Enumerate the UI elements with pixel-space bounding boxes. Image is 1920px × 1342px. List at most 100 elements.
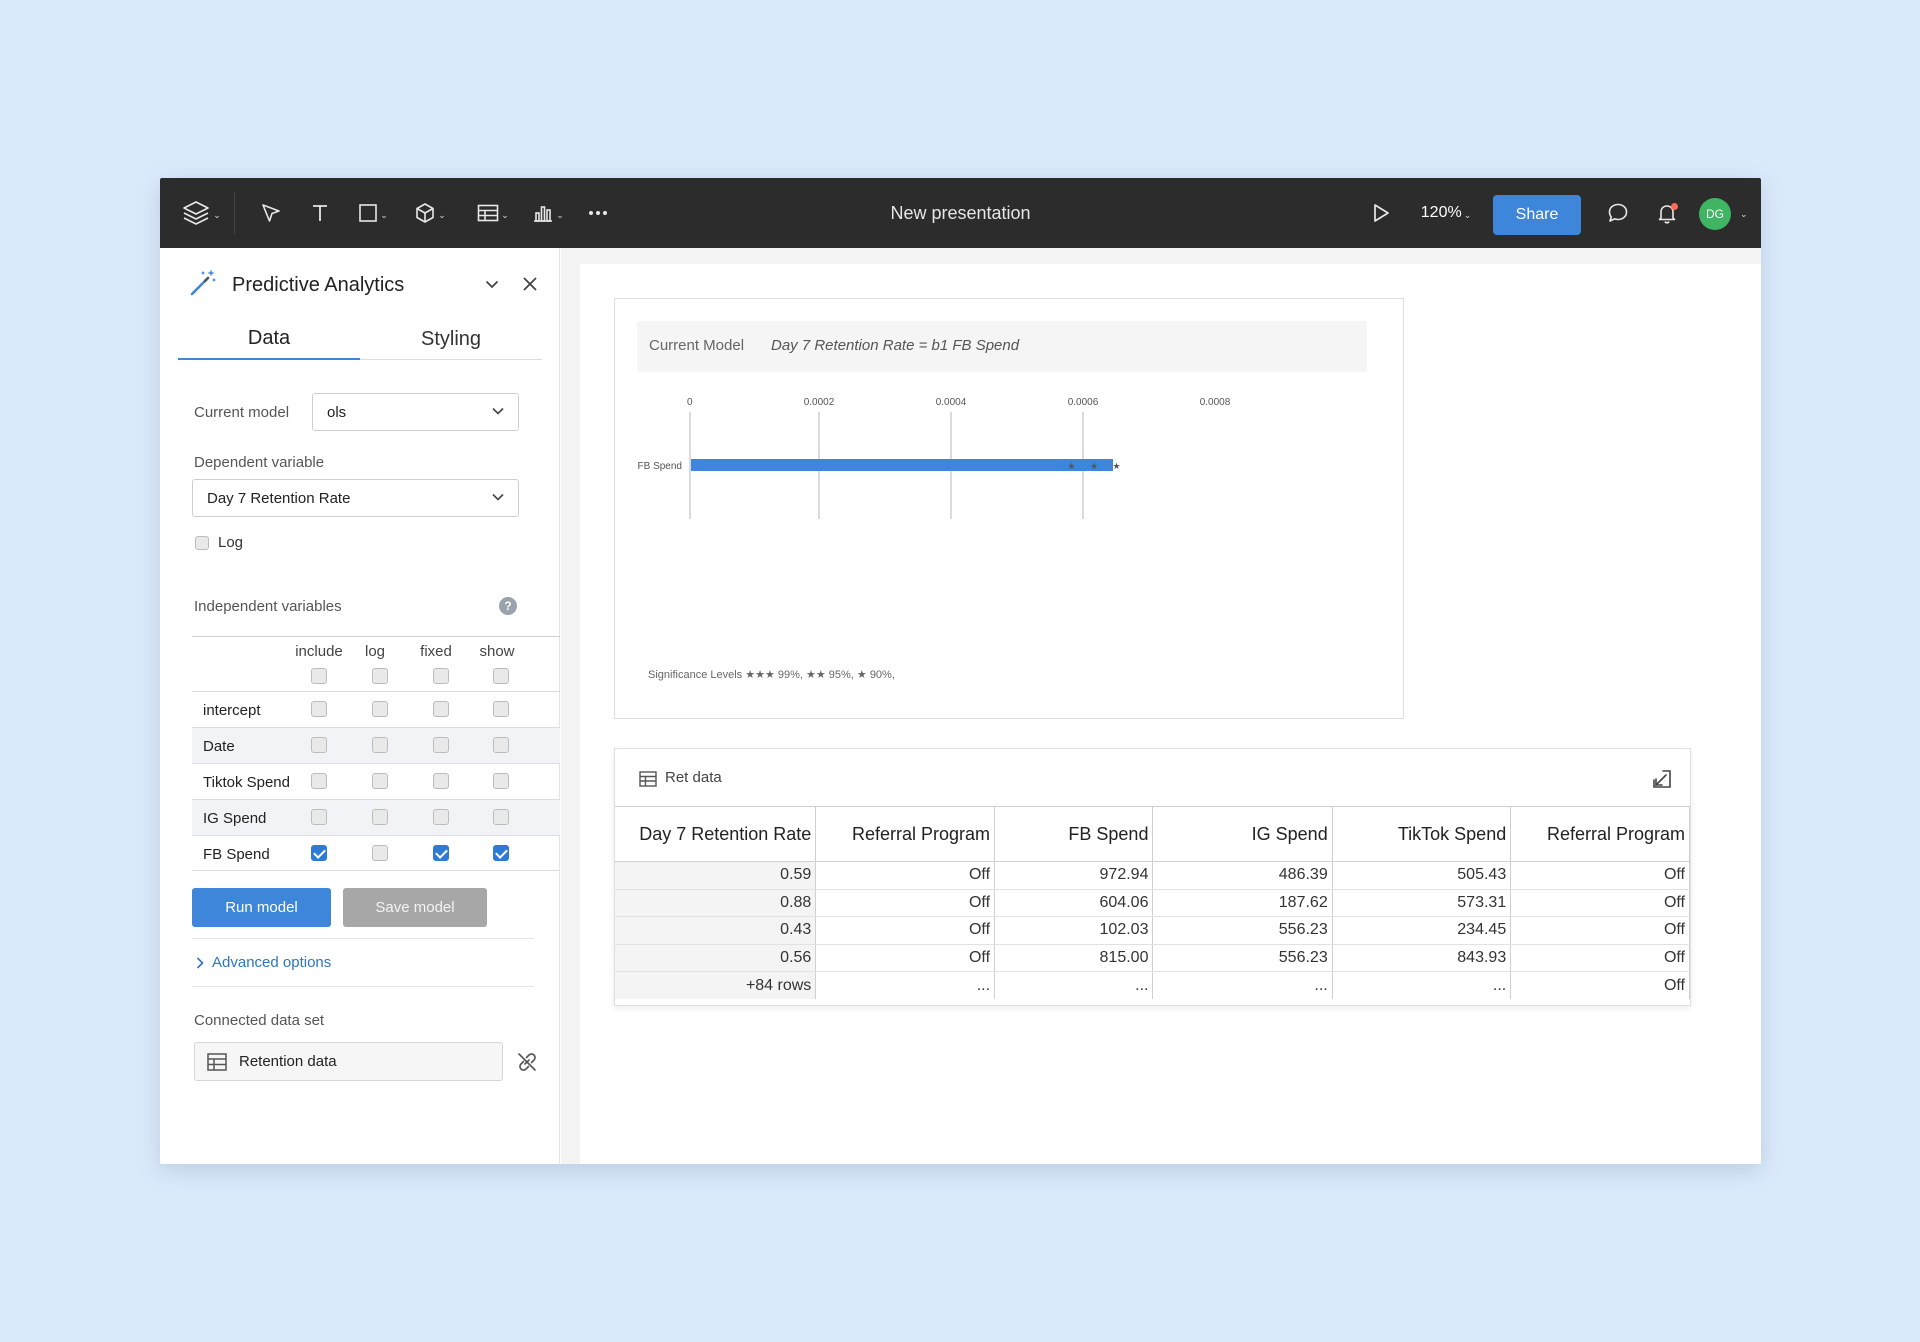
app-window: ⌄ ⌄ ⌄ ⌄ ⌄ New presentation 120% ⌄ Share … bbox=[160, 178, 1761, 1164]
connected-dataset-label: Connected data set bbox=[194, 1012, 325, 1029]
table-cell: 102.03 bbox=[994, 916, 1154, 945]
include-checkbox[interactable] bbox=[311, 809, 327, 825]
variable-name: Date bbox=[203, 738, 235, 755]
chevron-down-icon: ⌄ bbox=[438, 209, 446, 220]
table-tool-button[interactable]: ⌄ bbox=[473, 178, 513, 248]
connected-dataset-field[interactable]: Retention data bbox=[194, 1042, 503, 1081]
independent-variables-label: Independent variables bbox=[194, 598, 342, 615]
text-tool-button[interactable] bbox=[305, 178, 335, 248]
show-checkbox[interactable] bbox=[493, 845, 509, 861]
show-checkbox[interactable] bbox=[493, 737, 509, 753]
save-model-button[interactable]: Save model bbox=[343, 888, 487, 927]
category-label: FB Spend bbox=[638, 461, 682, 472]
fixed-all-checkbox[interactable] bbox=[433, 668, 449, 684]
shape-tool-button[interactable]: ⌄ bbox=[354, 178, 392, 248]
table-cell: +84 rows bbox=[615, 971, 817, 999]
column-header[interactable]: Day 7 Retention Rate bbox=[615, 806, 817, 862]
data-table-card[interactable]: Ret data Day 7 Retention Rate Referral Pr… bbox=[614, 748, 1691, 1006]
unlink-icon[interactable] bbox=[516, 1051, 538, 1073]
column-header[interactable]: FB Spend bbox=[994, 806, 1154, 862]
chart-tool-button[interactable]: ⌄ bbox=[528, 178, 568, 248]
log-all-checkbox[interactable] bbox=[372, 668, 388, 684]
avatar[interactable]: DG bbox=[1699, 198, 1731, 230]
data-table-title: Ret data bbox=[665, 769, 722, 786]
table-row: 0.43 Off 102.03 556.23 234.45 Off bbox=[615, 916, 1690, 945]
notifications-button[interactable] bbox=[1652, 178, 1682, 248]
column-header[interactable]: IG Spend bbox=[1152, 806, 1333, 862]
include-checkbox[interactable] bbox=[311, 737, 327, 753]
column-header[interactable]: Referral Program bbox=[815, 806, 996, 862]
coefficient-chart: 0 0.0002 0.0004 0.0006 0.0008 FB Spend ★ ★ ★ bbox=[638, 397, 1231, 519]
zoom-dropdown[interactable]: 120% ⌄ bbox=[1414, 178, 1478, 248]
log-checkbox[interactable] bbox=[372, 809, 388, 825]
comments-button[interactable] bbox=[1603, 178, 1633, 248]
chevron-right-icon bbox=[196, 956, 204, 969]
regression-chart-card[interactable]: Current Model Day 7 Retention Rate = b1 … bbox=[614, 298, 1404, 719]
variable-name: IG Spend bbox=[203, 810, 267, 827]
variables-header: include log fixed show bbox=[192, 637, 560, 691]
column-header[interactable]: TikTok Spend bbox=[1332, 806, 1512, 862]
column-header-show: show bbox=[479, 643, 515, 660]
slide-canvas: Current Model Day 7 Retention Rate = b1 … bbox=[580, 264, 1761, 1164]
current-model-select[interactable]: ols bbox=[312, 393, 519, 431]
run-model-button[interactable]: Run model bbox=[192, 888, 331, 927]
table-cell: Off bbox=[1510, 971, 1690, 999]
show-checkbox[interactable] bbox=[493, 701, 509, 717]
include-checkbox[interactable] bbox=[311, 773, 327, 789]
chevron-down-icon: ⌄ bbox=[556, 209, 564, 220]
table-cell: 0.59 bbox=[615, 861, 817, 890]
chevron-down-icon bbox=[492, 493, 504, 501]
fixed-checkbox[interactable] bbox=[433, 809, 449, 825]
log-checkbox[interactable] bbox=[195, 536, 209, 550]
chevron-down-icon[interactable] bbox=[485, 280, 499, 289]
show-checkbox[interactable] bbox=[493, 773, 509, 789]
tab-data[interactable]: Data bbox=[178, 318, 360, 360]
include-all-checkbox[interactable] bbox=[311, 668, 327, 684]
magic-wand-icon bbox=[190, 270, 216, 296]
log-checkbox[interactable] bbox=[372, 701, 388, 717]
log-checkbox[interactable] bbox=[372, 845, 388, 861]
select-tool-button[interactable] bbox=[256, 178, 286, 248]
more-tools-button[interactable] bbox=[583, 178, 613, 248]
chart-icon bbox=[534, 206, 553, 222]
toolbar-divider bbox=[234, 192, 235, 234]
chevron-down-icon[interactable]: ⌄ bbox=[1740, 209, 1748, 220]
share-button[interactable]: Share bbox=[1493, 195, 1581, 235]
x-tick-label: 0 bbox=[687, 397, 693, 408]
table-cell: 187.62 bbox=[1152, 889, 1333, 917]
tab-styling[interactable]: Styling bbox=[360, 318, 542, 360]
cube-icon bbox=[416, 203, 435, 223]
significance-legend: Significance Levels ★★★ 99%, ★★ 95%, ★ 9… bbox=[648, 669, 895, 681]
table-header-row: Day 7 Retention Rate Referral Program FB S… bbox=[615, 806, 1690, 862]
log-checkbox[interactable] bbox=[372, 737, 388, 753]
column-header-log: log bbox=[364, 643, 386, 660]
panel-tabs: Data Styling bbox=[178, 318, 542, 360]
3d-tool-button[interactable]: ⌄ bbox=[411, 178, 449, 248]
collapse-icon[interactable] bbox=[1651, 768, 1673, 790]
advanced-options-toggle[interactable]: Advanced options bbox=[196, 954, 331, 971]
include-checkbox[interactable] bbox=[311, 845, 327, 861]
help-icon[interactable]: ? bbox=[499, 597, 517, 615]
table-cell: 505.43 bbox=[1332, 861, 1512, 890]
fixed-checkbox[interactable] bbox=[433, 737, 449, 753]
fixed-checkbox[interactable] bbox=[433, 773, 449, 789]
table-cell: 486.39 bbox=[1152, 861, 1333, 890]
chevron-down-icon: ⌄ bbox=[501, 209, 509, 220]
coefficient-bar[interactable] bbox=[691, 459, 1113, 471]
current-model-label: Current model bbox=[194, 404, 290, 421]
variable-row: Date bbox=[192, 727, 560, 763]
present-button[interactable] bbox=[1366, 178, 1396, 248]
include-checkbox[interactable] bbox=[311, 701, 327, 717]
table-row: 0.88 Off 604.06 187.62 573.31 Off bbox=[615, 889, 1690, 917]
zoom-level: 120% bbox=[1420, 204, 1462, 221]
column-header[interactable]: Referral Program bbox=[1510, 806, 1690, 862]
close-icon[interactable] bbox=[522, 276, 538, 292]
dependent-variable-select[interactable]: Day 7 Retention Rate bbox=[192, 479, 519, 517]
log-checkbox[interactable] bbox=[372, 773, 388, 789]
table-cell: 573.31 bbox=[1332, 889, 1512, 917]
fixed-checkbox[interactable] bbox=[433, 701, 449, 717]
layers-menu-button[interactable]: ⌄ bbox=[176, 178, 226, 248]
show-checkbox[interactable] bbox=[493, 809, 509, 825]
fixed-checkbox[interactable] bbox=[433, 845, 449, 861]
show-all-checkbox[interactable] bbox=[493, 668, 509, 684]
